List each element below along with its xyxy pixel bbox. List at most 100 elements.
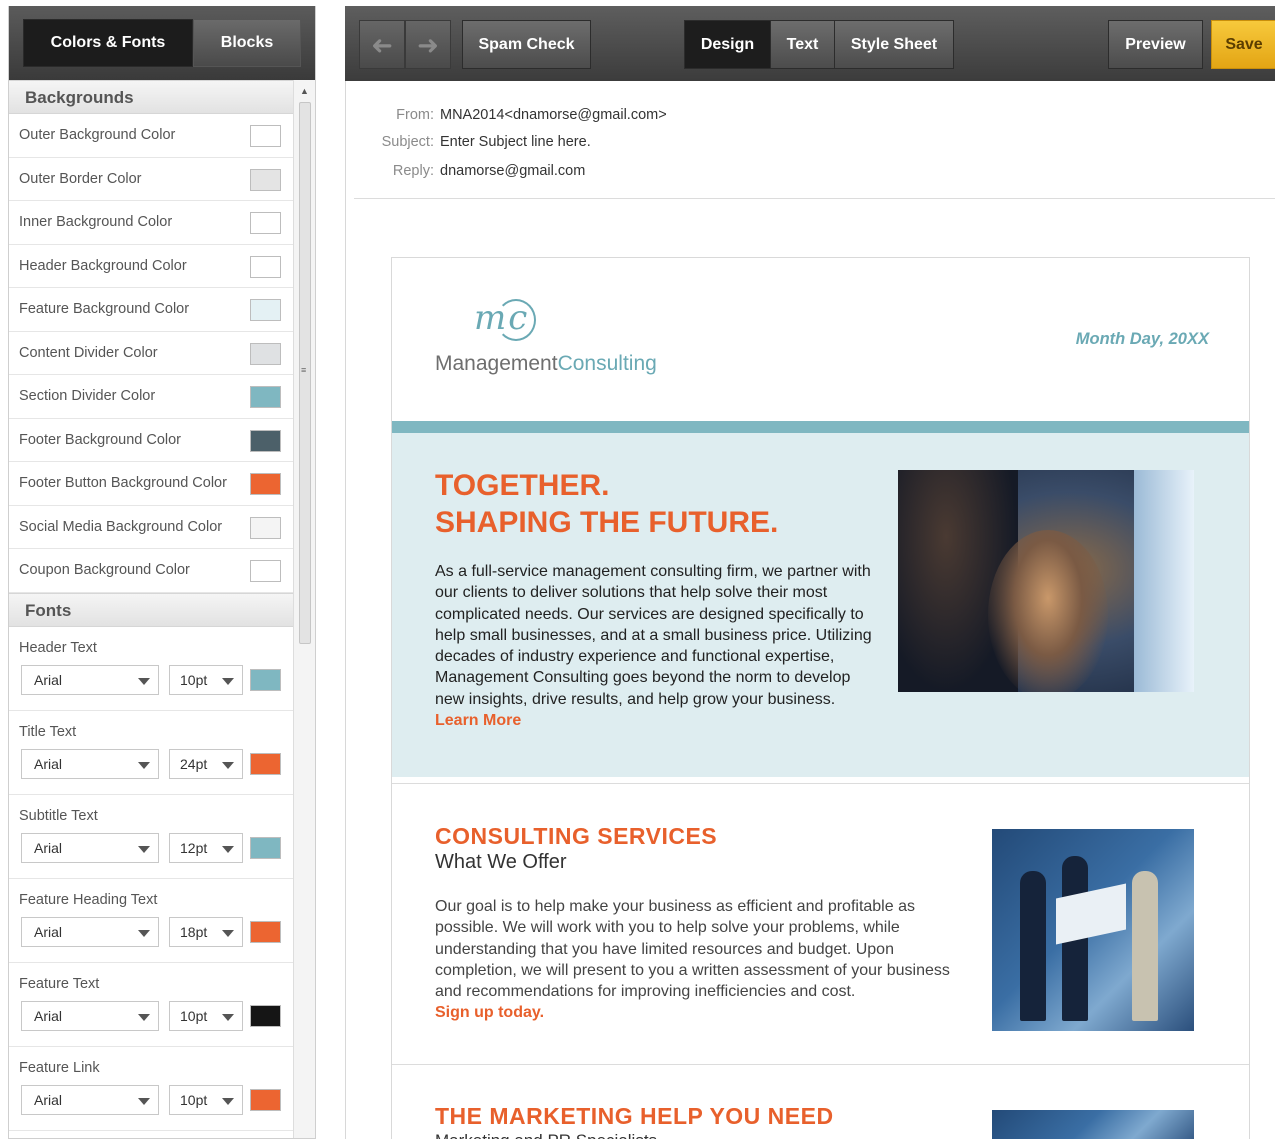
photo-window [1134,470,1194,692]
font-color-swatch[interactable] [250,668,281,691]
style-sheet-tab[interactable]: Style Sheet [834,20,954,69]
color-row-label: Social Media Background Color [19,518,223,535]
reply-value[interactable]: dnamorse@gmail.com [440,163,585,179]
color-row[interactable]: Social Media Background Color [9,506,293,549]
panel-scrollbar[interactable]: ▲ ≡ [293,80,315,1138]
font-color-swatch[interactable] [250,920,281,943]
redo-arrow-icon[interactable]: ➜ [405,20,451,69]
save-button[interactable]: Save [1211,20,1275,69]
tab-blocks[interactable]: Blocks [193,19,301,67]
feature-body[interactable]: As a full-service management consulting … [435,561,883,731]
sign-up-link[interactable]: Sign up today. [435,1004,544,1021]
reply-row[interactable]: Reply: dnamorse@gmail.com [370,163,585,179]
feature-block[interactable]: TOGETHER. SHAPING THE FUTURE. As a full-… [392,433,1249,777]
color-row-label: Coupon Background Color [19,562,190,578]
color-row[interactable]: Section Divider Color [9,375,293,419]
color-swatch[interactable] [250,168,281,191]
color-row-label: Header Background Color [19,257,187,274]
photo-figure [1020,871,1046,1021]
color-row[interactable]: Coupon Background Color [9,549,293,593]
color-row-label: Feature Background Color [19,301,190,317]
color-row[interactable]: Footer Background Color [9,419,293,462]
text-tab[interactable]: Text [770,20,835,69]
chevron-down-icon [138,929,150,937]
color-swatch[interactable] [250,516,281,539]
font-family-select[interactable]: Arial [21,1000,159,1031]
subject-row[interactable]: Subject: Enter Subject line here. [370,134,591,150]
section-1-photo[interactable] [992,829,1194,1031]
chevron-down-icon [222,761,234,769]
color-row[interactable]: Content Divider Color [9,332,293,375]
color-swatch[interactable] [250,560,281,582]
feature-photo[interactable] [898,470,1194,692]
section-2-subtitle[interactable]: Marketing and PR Specialists [435,1131,657,1139]
font-family-select[interactable]: Arial [21,748,159,779]
color-swatch[interactable] [250,429,281,452]
font-row-label: Title Text [19,723,77,740]
color-swatch[interactable] [250,342,281,365]
font-family-select[interactable]: Arial [21,1084,159,1115]
color-row[interactable]: Inner Background Color [9,201,293,245]
learn-more-link[interactable]: Learn More [435,712,521,729]
font-family-select[interactable]: Arial [21,664,159,695]
font-size-value: 24pt [180,755,208,772]
color-row[interactable]: Header Background Color [9,245,293,288]
font-color-swatch[interactable] [250,1004,281,1027]
email-canvas[interactable]: mc ManagementConsulting Month Day, 20XX … [391,257,1250,1139]
logo-word-management: Management [435,352,558,375]
font-size-select[interactable]: 10pt [169,1000,243,1031]
chevron-down-icon [222,845,234,853]
section-1-title[interactable]: CONSULTING SERVICES [435,823,717,850]
font-family-select[interactable]: Arial [21,916,159,947]
undo-arrow-icon[interactable]: ➜ [359,20,405,69]
content-divider [392,1064,1249,1065]
color-swatch[interactable] [250,255,281,278]
scroll-up-arrow-icon[interactable]: ▲ [300,86,309,96]
feature-title[interactable]: TOGETHER. SHAPING THE FUTURE. [435,467,875,541]
color-swatch[interactable] [250,473,281,495]
logo-word-consulting: Consulting [557,352,657,375]
color-swatch[interactable] [250,125,281,147]
section-1-subtitle[interactable]: What We Offer [435,851,567,874]
font-row-label: Header Text [19,639,97,656]
spam-check-button[interactable]: Spam Check [462,20,591,69]
backgrounds-heading: Backgrounds [9,80,293,114]
subject-value[interactable]: Enter Subject line here. [440,134,591,150]
font-size-select[interactable]: 24pt [169,748,243,779]
scroll-thumb[interactable]: ≡ [299,102,311,644]
panel-tabs: Colors & Fonts Blocks [9,6,315,80]
font-size-select[interactable]: 18pt [169,916,243,947]
color-swatch[interactable] [250,386,281,408]
font-size-select[interactable]: 10pt [169,664,243,695]
color-swatch[interactable] [250,212,281,234]
section-2-title[interactable]: THE MARKETING HELP YOU NEED [435,1103,834,1130]
panel-scroll-area: Backgrounds Outer Background Color Outer … [9,80,293,1138]
font-row: Feature Text Arial 10pt [9,963,293,1047]
tab-colors-fonts[interactable]: Colors & Fonts [23,19,193,67]
font-color-swatch[interactable] [250,1088,281,1111]
editor-toolbar: ➜ ➜ Spam Check Design Text Style Sheet P… [345,6,1275,81]
section-divider-bar [392,421,1249,433]
from-value[interactable]: MNA2014<dnamorse@gmail.com> [440,107,667,123]
font-size-select[interactable]: 12pt [169,832,243,863]
font-row: Feature Link Arial 10pt [9,1047,293,1131]
feature-title-line-2: SHAPING THE FUTURE. [435,506,779,539]
email-date[interactable]: Month Day, 20XX [1076,330,1209,349]
from-row[interactable]: From: MNA2014<dnamorse@gmail.com> [370,107,667,123]
font-row-label: Subtitle Text [19,807,98,824]
color-row[interactable]: Outer Border Color [9,158,293,201]
color-row[interactable]: Outer Background Color [9,114,293,158]
color-row[interactable]: Feature Background Color [9,288,293,332]
section-2-photo[interactable] [992,1110,1194,1139]
design-tab[interactable]: Design [684,20,771,69]
color-row-label: Content Divider Color [19,344,158,361]
preview-button[interactable]: Preview [1108,20,1203,69]
color-row[interactable]: Footer Button Background Color [9,462,293,506]
font-color-swatch[interactable] [250,752,281,775]
font-size-select[interactable]: 10pt [169,1084,243,1115]
font-color-swatch[interactable] [250,836,281,859]
font-family-select[interactable]: Arial [21,832,159,863]
color-swatch[interactable] [250,299,281,321]
section-1-body[interactable]: Our goal is to help make your business a… [435,896,980,1024]
logo-wordmark: ManagementConsulting [435,352,657,376]
